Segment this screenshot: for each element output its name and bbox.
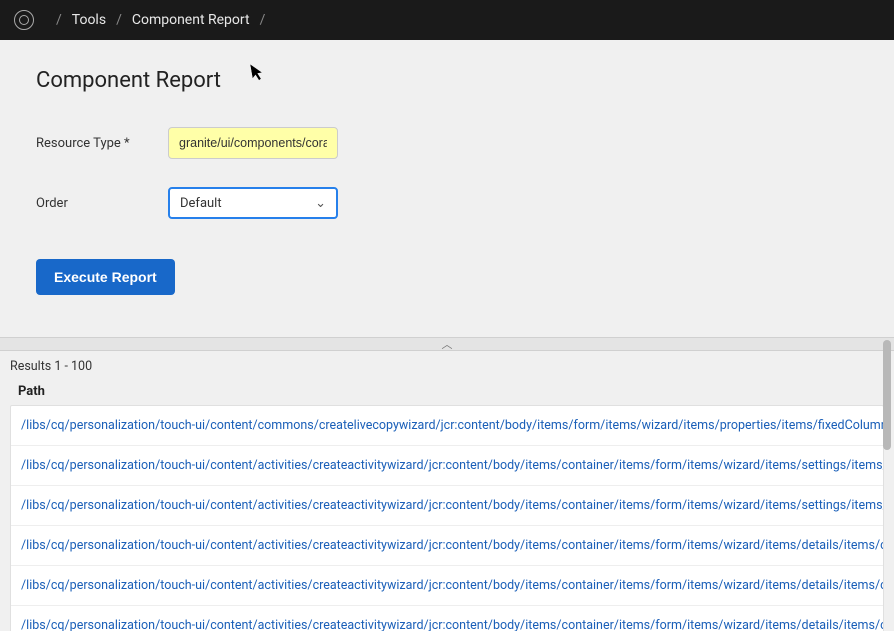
label-order: Order [36,196,168,211]
resource-type-input[interactable] [168,127,338,159]
page-title: Component Report [36,68,858,93]
execute-report-button[interactable]: Execute Report [36,259,175,295]
breadcrumb-tools[interactable]: Tools [72,12,106,28]
top-bar: / Tools / Component Report / [0,0,894,40]
order-select-value: Default [180,196,222,211]
order-select[interactable]: Default ⌄ [168,187,338,219]
scrollbar-thumb[interactable] [883,340,891,450]
panel-divider[interactable]: ︿ [0,337,894,351]
table-row[interactable]: /libs/cq/personalization/touch-ui/conten… [11,446,883,486]
results-table: /libs/cq/personalization/touch-ui/conten… [10,405,884,631]
table-row[interactable]: /libs/cq/personalization/touch-ui/conten… [11,606,883,631]
row-order: Order Default ⌄ [36,187,858,219]
breadcrumb-component-report[interactable]: Component Report [132,12,250,28]
results-count: Results 1 - 100 [10,359,884,374]
results-panel: Results 1 - 100 Path /libs/cq/personaliz… [0,351,894,631]
table-row[interactable]: /libs/cq/personalization/touch-ui/conten… [11,486,883,526]
table-row[interactable]: /libs/cq/personalization/touch-ui/conten… [11,566,883,606]
app-logo-icon[interactable] [14,10,34,30]
form-panel: Component Report Resource Type * Order D… [0,40,894,315]
table-row[interactable]: /libs/cq/personalization/touch-ui/conten… [11,406,883,446]
chevron-up-icon: ︿ [427,340,467,348]
breadcrumb-separator: / [116,12,122,28]
chevron-down-icon: ⌄ [315,196,326,211]
label-resource-type: Resource Type * [36,136,168,151]
table-row[interactable]: /libs/cq/personalization/touch-ui/conten… [11,526,883,566]
breadcrumb-separator: / [260,12,266,28]
scrollbar[interactable] [882,340,892,590]
row-resource-type: Resource Type * [36,127,858,159]
column-header-path[interactable]: Path [10,380,884,405]
breadcrumb-separator: / [56,12,62,28]
